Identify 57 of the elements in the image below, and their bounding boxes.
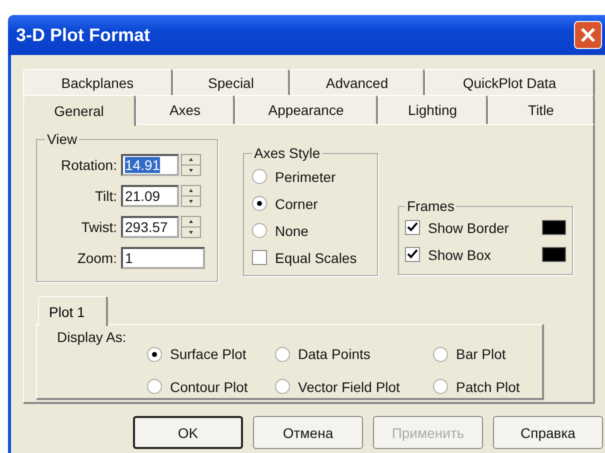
close-button[interactable]: [574, 21, 602, 49]
spinner-arrows-icon[interactable]: [181, 216, 201, 238]
radio-option[interactable]: Surface Plot: [147, 343, 275, 366]
tab[interactable]: Backplanes: [23, 69, 173, 96]
radio-button[interactable]: [252, 196, 267, 211]
radio-option[interactable]: Bar Plot: [433, 343, 520, 366]
dialog-button[interactable]: Отмена: [253, 416, 363, 449]
radio-option[interactable]: Contour Plot: [147, 376, 275, 398]
dialog-button[interactable]: OK: [133, 416, 243, 449]
radio-option[interactable]: Vector Field Plot: [275, 376, 433, 398]
group-title: Axes Style: [253, 145, 322, 161]
checkbox-option[interactable]: Show Border: [405, 220, 509, 236]
radio-button[interactable]: [147, 379, 162, 394]
radio-button[interactable]: [433, 379, 448, 394]
spinner-arrows-icon[interactable]: [181, 184, 201, 206]
tab[interactable]: Axes: [136, 95, 235, 124]
radio-option[interactable]: None: [252, 217, 369, 244]
checkbox[interactable]: [405, 220, 420, 235]
checkbox[interactable]: [252, 250, 267, 265]
radio-button[interactable]: [252, 223, 267, 238]
checkbox-option[interactable]: Show Box: [405, 246, 492, 262]
radio-option[interactable]: Corner: [252, 190, 369, 217]
tab[interactable]: Special: [173, 69, 290, 96]
radio-button[interactable]: [275, 346, 290, 362]
radio-button[interactable]: [275, 379, 290, 394]
color-swatch[interactable]: [542, 220, 566, 235]
checkbox-option[interactable]: Equal Scales: [252, 244, 369, 271]
spin-field[interactable]: 14.91: [121, 154, 179, 176]
radio-option[interactable]: Perimeter: [252, 163, 369, 190]
tab[interactable]: QuickPlot Data: [425, 69, 595, 96]
close-icon: [579, 26, 597, 44]
checkbox[interactable]: [405, 247, 420, 262]
field-label: Twist:: [80, 218, 117, 234]
tab[interactable]: Advanced: [290, 69, 425, 96]
color-swatch[interactable]: [542, 247, 566, 262]
tab[interactable]: Plot 1: [38, 296, 108, 326]
group-title: View: [46, 131, 78, 147]
tab[interactable]: Title: [488, 95, 595, 124]
window-title: 3-D Plot Format: [16, 24, 152, 46]
group-title: Frames: [406, 198, 456, 214]
radio-button[interactable]: [252, 169, 267, 184]
radio-button[interactable]: [147, 346, 162, 362]
field-label: Rotation:: [60, 156, 117, 172]
dialog-button[interactable]: Справка: [493, 416, 603, 449]
field-label: Zoom:: [76, 250, 117, 266]
input-field[interactable]: 1: [121, 246, 205, 268]
spinner-arrows-icon[interactable]: [181, 154, 201, 176]
radio-option[interactable]: Data Points: [275, 343, 433, 366]
tab[interactable]: Lighting: [378, 95, 488, 124]
radio-option[interactable]: Patch Plot: [433, 376, 520, 398]
spin-field[interactable]: 21.09: [121, 184, 179, 206]
field-label: Tilt:: [94, 188, 117, 204]
tab[interactable]: General: [23, 95, 136, 126]
spin-field[interactable]: 293.57: [121, 216, 179, 238]
tab[interactable]: Appearance: [235, 95, 378, 124]
radio-button[interactable]: [433, 346, 448, 362]
display-as-label: Display As:: [57, 329, 128, 347]
